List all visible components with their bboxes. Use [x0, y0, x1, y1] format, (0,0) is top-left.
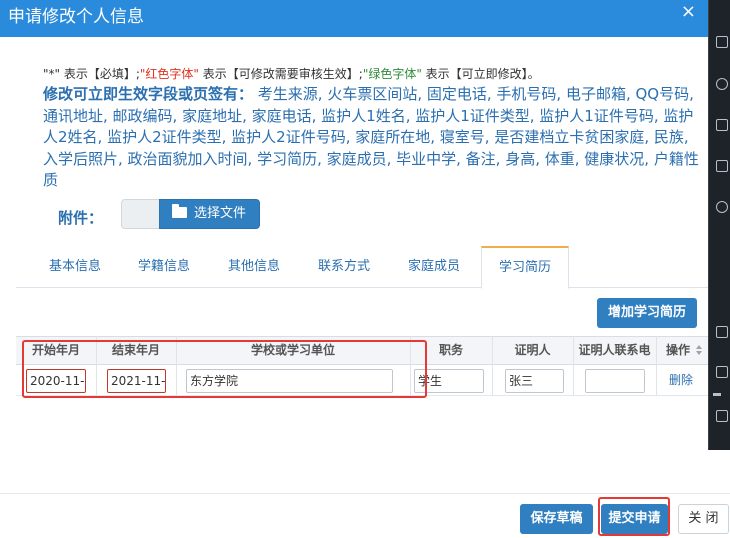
dialog-header: 申请修改个人信息 ×: [0, 0, 708, 37]
tab-enrollment-info[interactable]: 学籍信息: [119, 246, 209, 288]
side-tool-icon-8[interactable]: [716, 410, 728, 422]
legend-red-text: "红色字体": [139, 67, 199, 81]
side-tool-icon-5[interactable]: [716, 201, 728, 213]
header-end-month: 结束年月: [111, 343, 160, 357]
side-tool-icon-6[interactable]: [716, 326, 728, 338]
choose-file-button[interactable]: 选择文件: [159, 199, 260, 229]
tab-bar: 基本信息 学籍信息 其他信息 联系方式 家庭成员 学习简历: [16, 246, 708, 289]
witness-input[interactable]: 张三: [505, 369, 564, 393]
footer-divider: [0, 493, 730, 494]
legend-required: "*" 表示【必填】;: [43, 67, 140, 81]
file-name-display[interactable]: [121, 199, 160, 229]
side-tool-icon-4[interactable]: [716, 160, 728, 172]
tab-family-members[interactable]: 家庭成员: [389, 246, 479, 288]
legend-review: 表示【可修改需要审核生效】;: [198, 67, 363, 81]
header-witness: 证明人: [514, 343, 551, 357]
immediate-fields-lead: 修改可立即生效字段或页签有：: [43, 85, 254, 103]
save-draft-button[interactable]: 保存草稿: [520, 504, 593, 534]
header-start-month: 开始年月: [31, 343, 80, 357]
attachment-label: 附件：: [58, 209, 104, 227]
tab-study-resume[interactable]: 学习简历: [481, 246, 569, 289]
close-button[interactable]: 关 闭: [678, 504, 729, 534]
witness-phone-input[interactable]: [585, 369, 645, 393]
side-toolbar-divider: [708, 0, 709, 450]
immediate-fields-note: 修改可立即生效字段或页签有： 考生来源, 火车票区间站, 固定电话, 手机号码,…: [43, 84, 699, 192]
side-tool-icon-2[interactable]: [716, 78, 728, 90]
folder-open-icon: [172, 204, 187, 218]
legend-green-text: "绿色字体": [362, 67, 422, 81]
scrollbar[interactable]: [713, 393, 721, 396]
side-tool-icon-7[interactable]: [716, 366, 728, 378]
side-tool-icon-1[interactable]: [716, 36, 728, 48]
choose-file-label: 选择文件: [194, 206, 247, 221]
tab-other-info[interactable]: 其他信息: [209, 246, 299, 288]
side-tool-icon-3[interactable]: [716, 119, 728, 131]
end-month-input[interactable]: 2021-11-1: [107, 369, 166, 393]
side-toolbar: [708, 0, 730, 450]
position-input[interactable]: 学生: [414, 369, 484, 393]
submit-application-button[interactable]: 提交申请: [601, 504, 668, 534]
header-witness-phone: 证明人联系电: [578, 343, 651, 357]
dialog-title: 申请修改个人信息: [8, 7, 144, 27]
add-study-resume-button[interactable]: 增加学习简历: [597, 298, 697, 328]
close-icon[interactable]: ×: [681, 3, 696, 21]
legend-immediate: 表示【可立即修改】。: [421, 67, 540, 81]
school-input[interactable]: 东方学院: [186, 369, 393, 393]
header-school: 学校或学习单位: [250, 343, 335, 357]
study-resume-table: 开始年月 结束年月 学校或学习单位 职务 证明人 证明人联系电 操作 2020-…: [16, 336, 721, 396]
tab-contact[interactable]: 联系方式: [299, 246, 389, 288]
tab-basic-info[interactable]: 基本信息: [16, 246, 134, 288]
header-actions: 操作: [665, 343, 690, 357]
delete-row-link[interactable]: 删除: [669, 366, 693, 396]
header-position: 职务: [438, 343, 463, 357]
field-color-legend: "*" 表示【必填】;"红色字体" 表示【可修改需要审核生效】;"绿色字体" 表…: [43, 66, 540, 82]
start-month-input[interactable]: 2020-11-1: [26, 369, 86, 393]
